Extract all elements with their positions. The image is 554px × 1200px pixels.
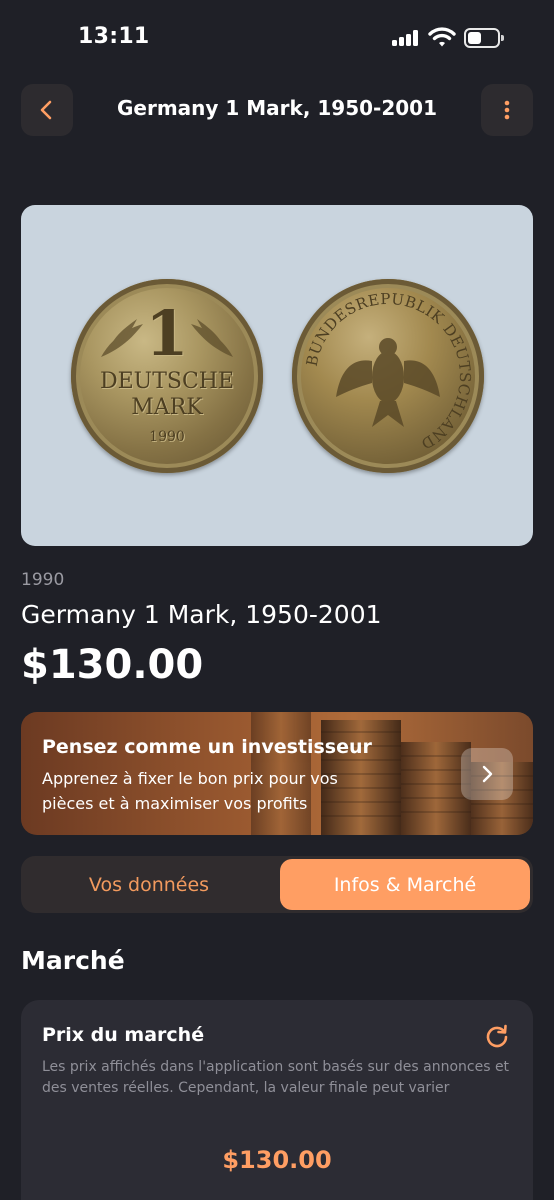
coin-back-image: BUNDESREPUBLIK DEUTSCHLAND [292, 279, 484, 473]
coin-inscription-line1: DEUTSCHE [99, 369, 235, 394]
eagle-icon: BUNDESREPUBLIK DEUTSCHLAND [303, 290, 474, 453]
promo-title: Pensez comme un investisseur [42, 736, 372, 758]
coin-detail-screen: 13:11 Germany 1 Mark, 1950-2001 1 DEUTSC… [0, 0, 554, 1200]
refresh-icon[interactable] [483, 1022, 511, 1050]
status-bar: 13:11 [0, 0, 554, 70]
wifi-icon [428, 27, 456, 47]
coin-inscription-line2: MARK [131, 395, 203, 420]
battery-icon [464, 28, 504, 48]
coin-name: Germany 1 Mark, 1950-2001 [21, 600, 382, 629]
coin-photo[interactable]: 1 DEUTSCHE MARK 1990 BUNDESREPUBLIK DEUT… [21, 205, 533, 546]
back-button[interactable] [21, 84, 73, 136]
chevron-right-icon [482, 765, 493, 783]
market-price-value: $130.00 [222, 1146, 332, 1174]
chevron-left-icon [40, 100, 52, 120]
status-time: 13:11 [78, 24, 150, 49]
coin-year: 1990 [21, 570, 65, 590]
coin-denomination: 1 [145, 297, 189, 370]
tab-info-market[interactable]: Infos & Marché [280, 859, 530, 910]
market-card-title: Prix du marché [42, 1024, 205, 1046]
market-description: Les prix affichés dans l'application son… [42, 1059, 510, 1096]
page-title: Germany 1 Mark, 1950-2001 [116, 96, 438, 120]
investor-promo-banner[interactable]: Pensez comme un investisseur Apprenez à … [21, 712, 533, 835]
info-tabs: Vos données Infos & Marché [21, 856, 533, 913]
more-vertical-icon [504, 100, 510, 120]
promo-text: Apprenez à fixer le bon prix pour vos pi… [42, 769, 338, 813]
tab-your-data[interactable]: Vos données [24, 859, 274, 910]
more-options-button[interactable] [481, 84, 533, 136]
coin-price: $130.00 [21, 642, 204, 688]
coin-minted-year: 1990 [149, 429, 185, 445]
promo-open-button[interactable] [461, 748, 513, 800]
market-section-title: Marché [21, 946, 125, 975]
coin-front-image: 1 DEUTSCHE MARK 1990 [71, 279, 263, 473]
market-price-card: Prix du marché Les prix affichés dans l'… [21, 1000, 533, 1200]
signal-icon [392, 30, 420, 46]
